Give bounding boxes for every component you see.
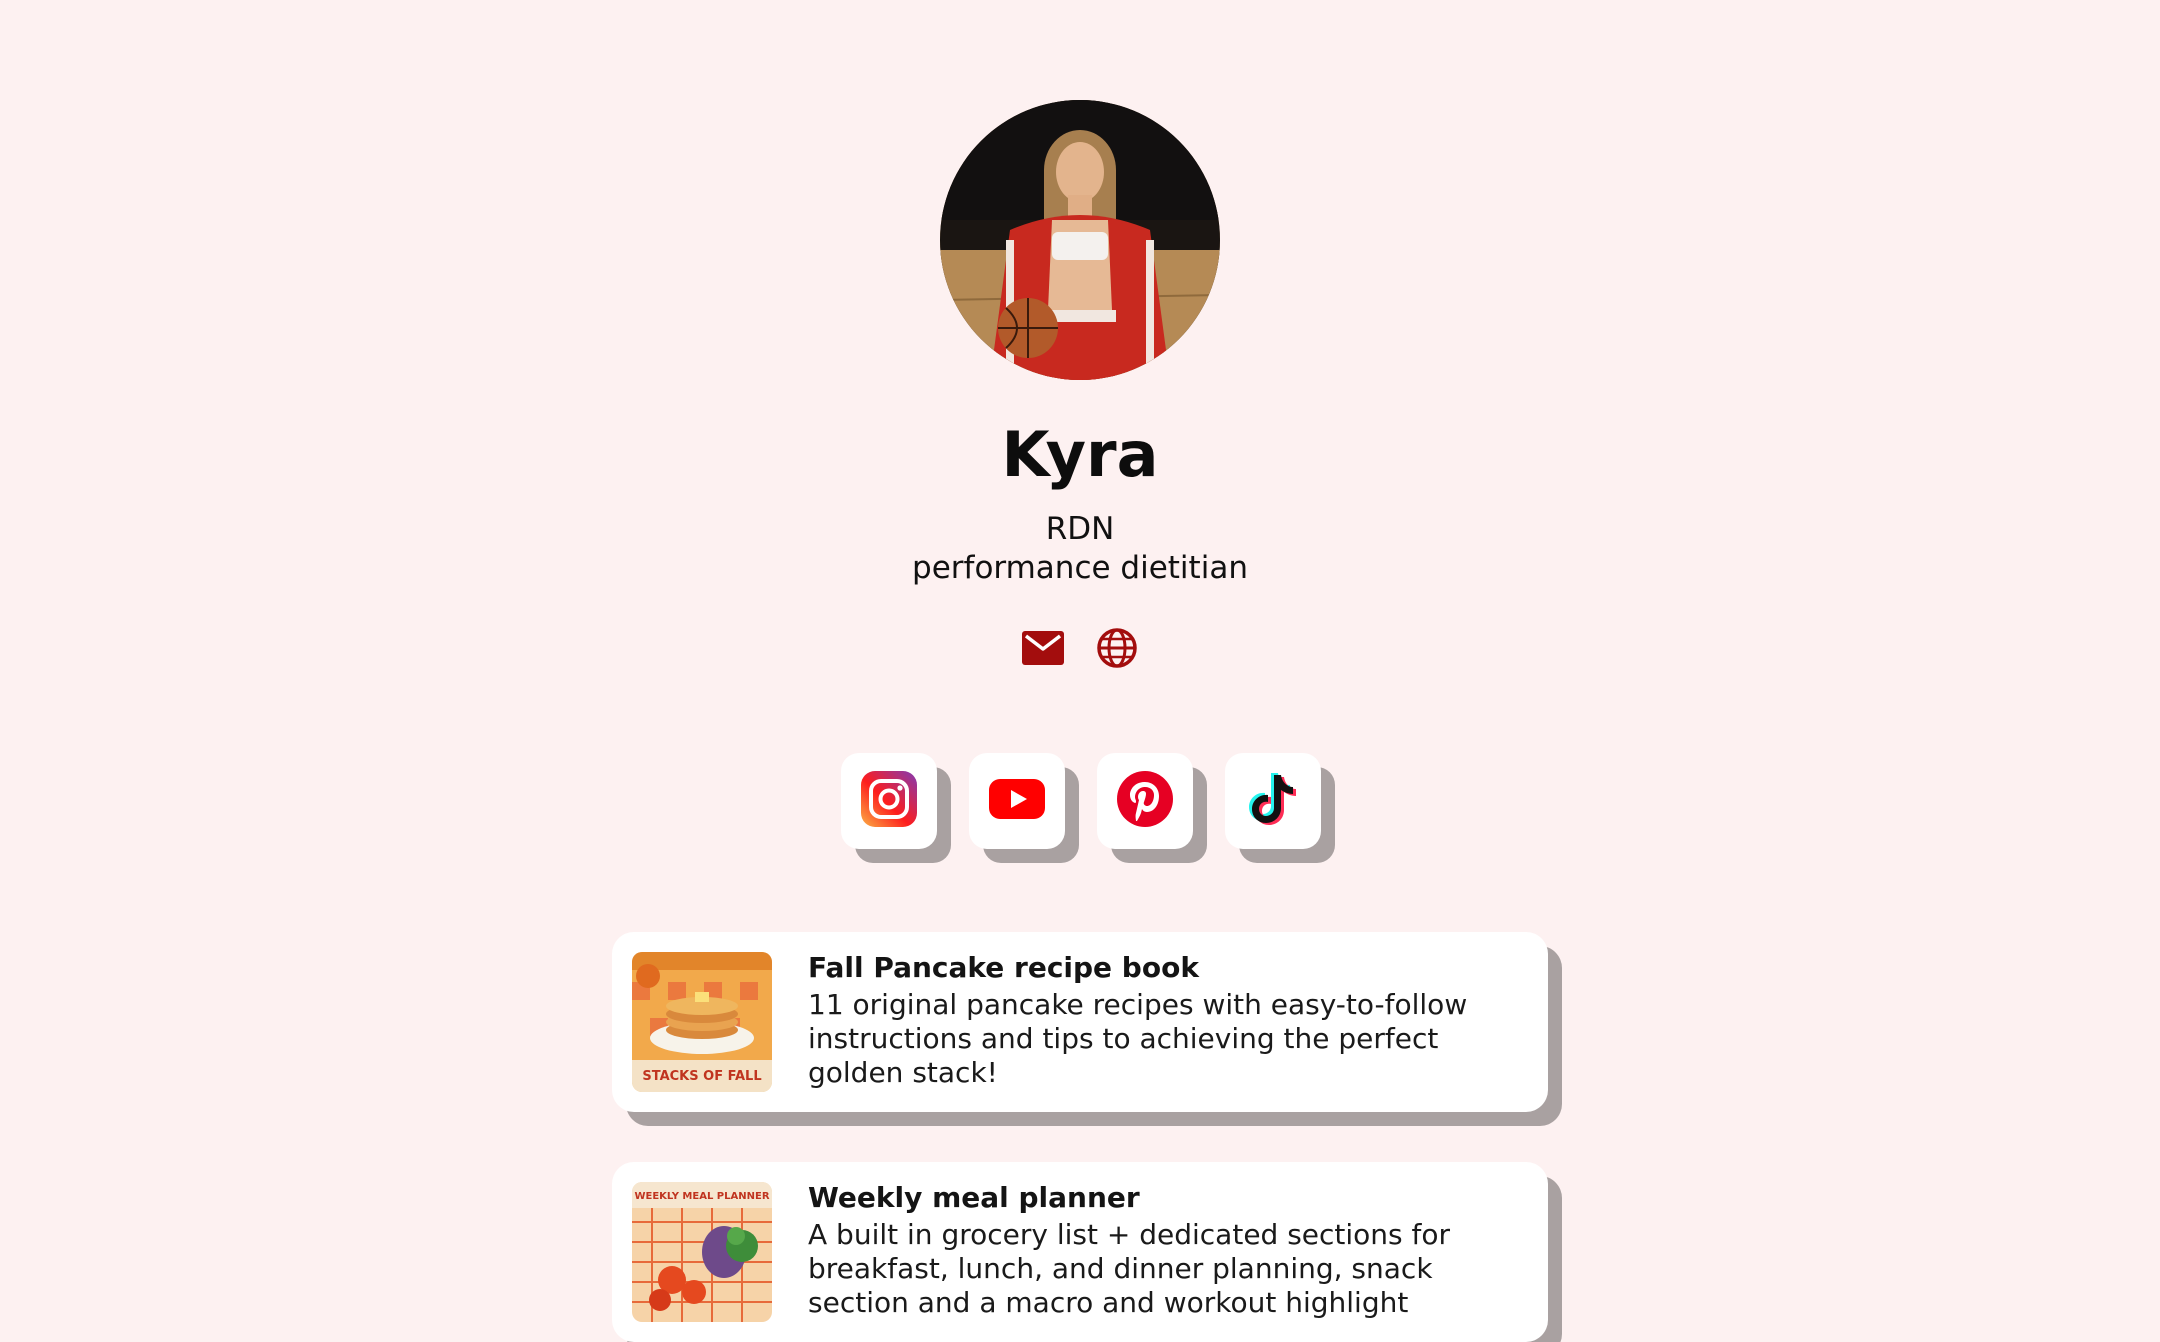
- globe-icon[interactable]: [1094, 625, 1140, 671]
- profile-bio: RDN performance dietitian: [0, 510, 2160, 588]
- youtube-icon: [989, 779, 1045, 823]
- tiktok-icon: [1247, 771, 1299, 831]
- pinterest-icon: [1117, 771, 1173, 831]
- bio-line: performance dietitian: [912, 550, 1248, 586]
- meal-planner-thumbnail: WEEKLY MEAL PLANNER: [632, 1182, 772, 1322]
- instagram-button[interactable]: [841, 753, 937, 849]
- social-links: [840, 753, 1321, 863]
- avatar: [940, 100, 1220, 380]
- instagram-icon: [861, 771, 917, 831]
- link-page: Kyra RDN performance dietitian STACKS OF…: [0, 0, 2160, 1342]
- link-card-meal-planner[interactable]: WEEKLY MEAL PLANNER Weekly meal planner …: [612, 1162, 1548, 1342]
- card-description: 11 original pancake recipes with easy-to…: [808, 988, 1468, 1089]
- bio-line: RDN: [1045, 511, 1115, 547]
- card-title: Fall Pancake recipe book: [808, 951, 1199, 984]
- youtube-button[interactable]: [969, 753, 1065, 849]
- pancake-thumb-text: STACKS OF FALL: [642, 1069, 761, 1084]
- profile-name: Kyra: [1001, 418, 1159, 491]
- pancake-book-thumbnail: STACKS OF FALL: [632, 952, 772, 1092]
- link-card-pancake-book[interactable]: STACKS OF FALL Fall Pancake recipe book …: [612, 932, 1548, 1112]
- card-title: Weekly meal planner: [808, 1181, 1140, 1214]
- meal-planner-thumb-text: WEEKLY MEAL PLANNER: [634, 1191, 769, 1202]
- contact-icons: [1020, 624, 1140, 672]
- card-description: A built in grocery list + dedicated sect…: [808, 1218, 1451, 1319]
- pinterest-button[interactable]: [1097, 753, 1193, 849]
- mail-icon[interactable]: [1020, 625, 1066, 671]
- tiktok-button[interactable]: [1225, 753, 1321, 849]
